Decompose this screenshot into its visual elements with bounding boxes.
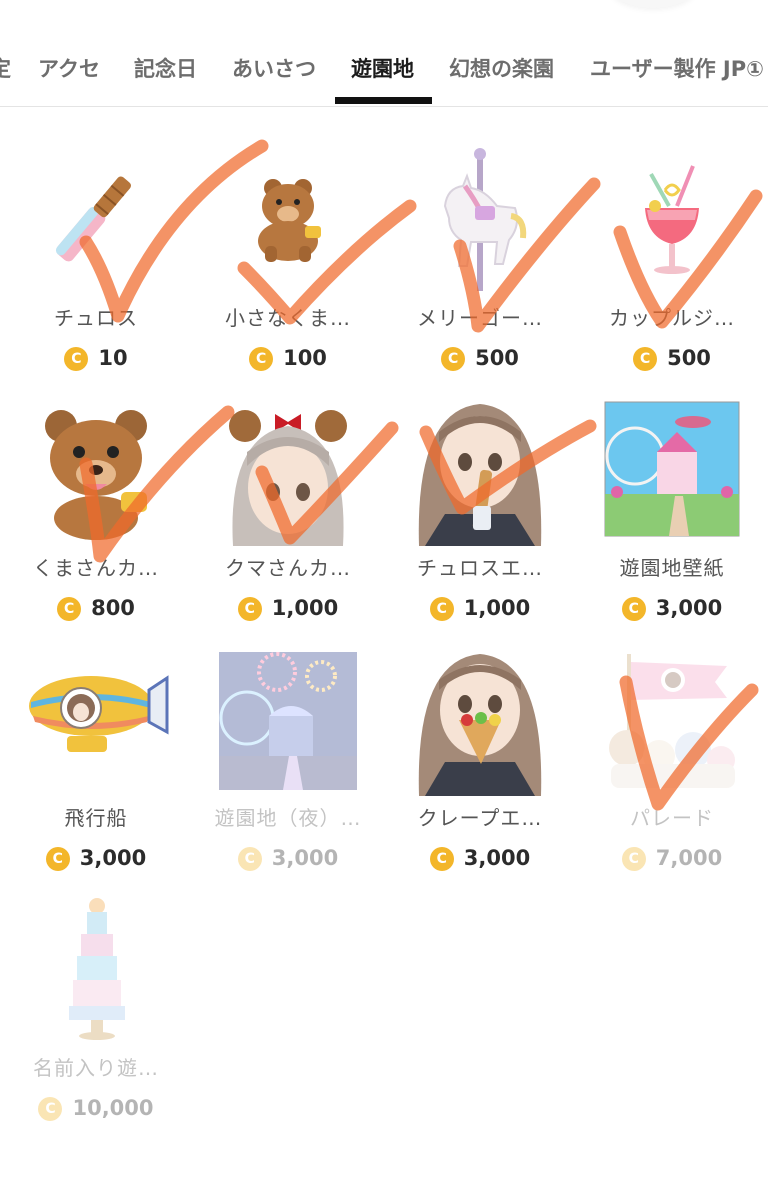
coin-icon: C	[57, 597, 82, 621]
item-churro[interactable]: チュロス C 10	[0, 126, 192, 376]
carousel-horse-icon	[443, 148, 527, 291]
item-price: C 100	[192, 346, 384, 371]
tab-partial[interactable]: 定	[0, 52, 11, 86]
item-price: C 10,000	[0, 1096, 192, 1121]
amusement-park-wallpaper-icon	[604, 401, 740, 537]
item-churro-avatar[interactable]: チュロスエ… C 1,000	[384, 376, 576, 626]
active-tab-indicator	[335, 97, 432, 104]
item-name: 小さなくま…	[225, 306, 351, 330]
item-named-tower[interactable]: 名前入り遊… C 10,000	[0, 876, 192, 1126]
item-name: 遊園地（夜）…	[214, 806, 362, 830]
tab-amusement-park[interactable]: 遊園地	[351, 52, 414, 86]
coin-icon: C	[633, 347, 658, 371]
bear-ears-avatar-icon	[229, 410, 347, 546]
item-name: カップルジ…	[609, 306, 735, 330]
tab-greetings[interactable]: あいさつ	[232, 52, 316, 86]
couple-drink-icon	[645, 165, 699, 274]
item-price: C 10	[0, 346, 192, 371]
coin-icon: C	[621, 597, 646, 621]
tab-anniversary[interactable]: 記念日	[134, 52, 197, 86]
item-name: 遊園地壁紙	[619, 556, 725, 580]
item-couple-drink[interactable]: カップルジ… C 500	[576, 126, 768, 376]
coin-icon: C	[38, 1097, 63, 1121]
item-price: C 3,000	[192, 846, 384, 871]
item-amusement-park-wallpaper[interactable]: 遊園地壁紙 C 3,000	[576, 376, 768, 626]
coin-icon: C	[621, 847, 646, 871]
category-tab-bar: 定 アクセ 記念日 あいさつ 遊園地 幻想の楽園 ユーザー製作 JP①	[0, 0, 768, 107]
night-park-wallpaper-icon	[219, 652, 357, 790]
coin-icon: C	[441, 347, 466, 371]
tab-accessories[interactable]: アクセ	[38, 52, 100, 86]
bear-headband-icon	[45, 410, 147, 540]
item-name: チュロスエ…	[417, 556, 543, 580]
item-name: 名前入り遊…	[33, 1056, 159, 1080]
item-price: C 7,000	[576, 846, 768, 871]
item-price: C 3,000	[384, 846, 576, 871]
item-grid: チュロス C 10 小さなくま… C 100 メリーゴー… C 500 カップル…	[0, 106, 768, 1200]
item-name: チュロス	[54, 306, 138, 330]
item-merry-go-round[interactable]: メリーゴー… C 500	[384, 126, 576, 376]
item-price: C 3,000	[0, 846, 192, 871]
small-bear-icon	[258, 179, 321, 262]
item-small-bear[interactable]: 小さなくま… C 100	[192, 126, 384, 376]
item-price: C 1,000	[192, 596, 384, 621]
item-name: メリーゴー…	[417, 306, 543, 330]
item-name: くまさんカ…	[33, 556, 159, 580]
named-tower-icon	[69, 898, 125, 1040]
coin-icon: C	[429, 597, 454, 621]
item-price: C 3,000	[576, 596, 768, 621]
item-name: パレード	[630, 806, 714, 830]
coin-icon: C	[249, 347, 274, 371]
tab-user-made[interactable]: ユーザー製作 JP①	[590, 52, 764, 86]
item-price: C 500	[384, 346, 576, 371]
item-bear-ears-avatar[interactable]: クマさんカ… C 1,000	[192, 376, 384, 626]
item-name: クマさんカ…	[225, 556, 351, 580]
parade-icon	[609, 654, 735, 788]
item-airship[interactable]: 飛行船 C 3,000	[0, 626, 192, 876]
item-price: C 800	[0, 596, 192, 621]
item-night-park-wallpaper[interactable]: 遊園地（夜）… C 3,000	[192, 626, 384, 876]
churro-avatar-icon	[418, 404, 542, 546]
coin-icon: C	[429, 847, 454, 871]
item-price: C 500	[576, 346, 768, 371]
item-name: 飛行船	[64, 806, 128, 830]
item-price: C 1,000	[384, 596, 576, 621]
item-parade[interactable]: パレード C 7,000	[576, 626, 768, 876]
coin-icon: C	[64, 347, 89, 371]
tab-fantasy-paradise[interactable]: 幻想の楽園	[449, 52, 554, 86]
coin-icon: C	[237, 597, 262, 621]
item-name: クレープエ…	[417, 806, 543, 830]
airship-icon	[29, 675, 169, 752]
crepe-avatar-icon	[418, 654, 542, 796]
coin-icon: C	[45, 847, 70, 871]
item-crepe-avatar[interactable]: クレープエ… C 3,000	[384, 626, 576, 876]
item-bear-headband[interactable]: くまさんカ… C 800	[0, 376, 192, 626]
churro-icon	[55, 176, 131, 262]
coin-icon: C	[237, 847, 262, 871]
